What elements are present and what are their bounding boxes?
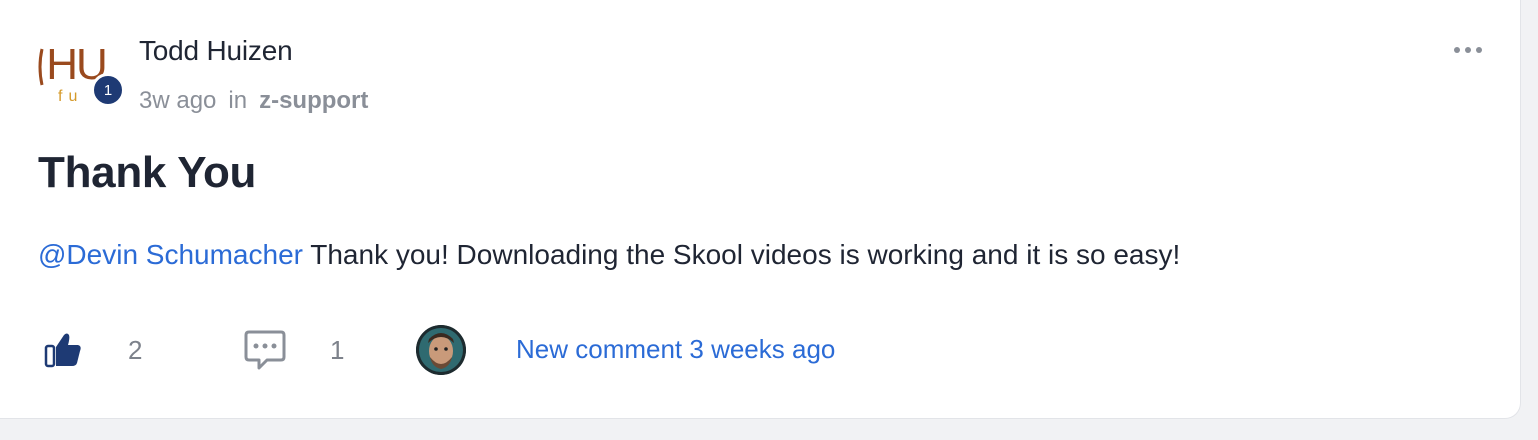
post-body[interactable]: @Devin Schumacher Thank you! Downloading… — [38, 239, 1180, 271]
post-meta: 3w ago in z-support — [139, 87, 368, 115]
post-title[interactable]: Thank You — [38, 148, 256, 198]
post-time: 3w ago — [139, 87, 217, 114]
dot — [1454, 47, 1460, 53]
post-card[interactable]: HU fu 1 Todd Huizen 3w ago in z-support … — [0, 0, 1521, 419]
dot — [1465, 47, 1471, 53]
author-avatar[interactable]: HU fu 1 — [36, 27, 125, 107]
like-count: 2 — [128, 335, 143, 365]
comment-bubble-icon[interactable] — [243, 329, 287, 371]
category-link[interactable]: z-support — [259, 87, 368, 115]
level-badge: 1 — [91, 73, 125, 107]
new-comment-link[interactable]: New comment 3 weeks ago — [516, 334, 835, 365]
comment-count: 1 — [330, 335, 345, 365]
commenter-avatar[interactable] — [416, 325, 466, 375]
thumbs-up-icon[interactable] — [44, 332, 82, 368]
in-label: in — [228, 87, 248, 114]
svg-text:fu: fu — [58, 88, 83, 105]
dot — [1476, 47, 1482, 53]
author-name[interactable]: Todd Huizen — [139, 35, 293, 67]
mention-link[interactable]: @Devin Schumacher — [38, 239, 303, 270]
post-body-text: Thank you! Downloading the Skool videos … — [302, 239, 1181, 270]
more-dots-icon[interactable] — [1449, 36, 1487, 64]
